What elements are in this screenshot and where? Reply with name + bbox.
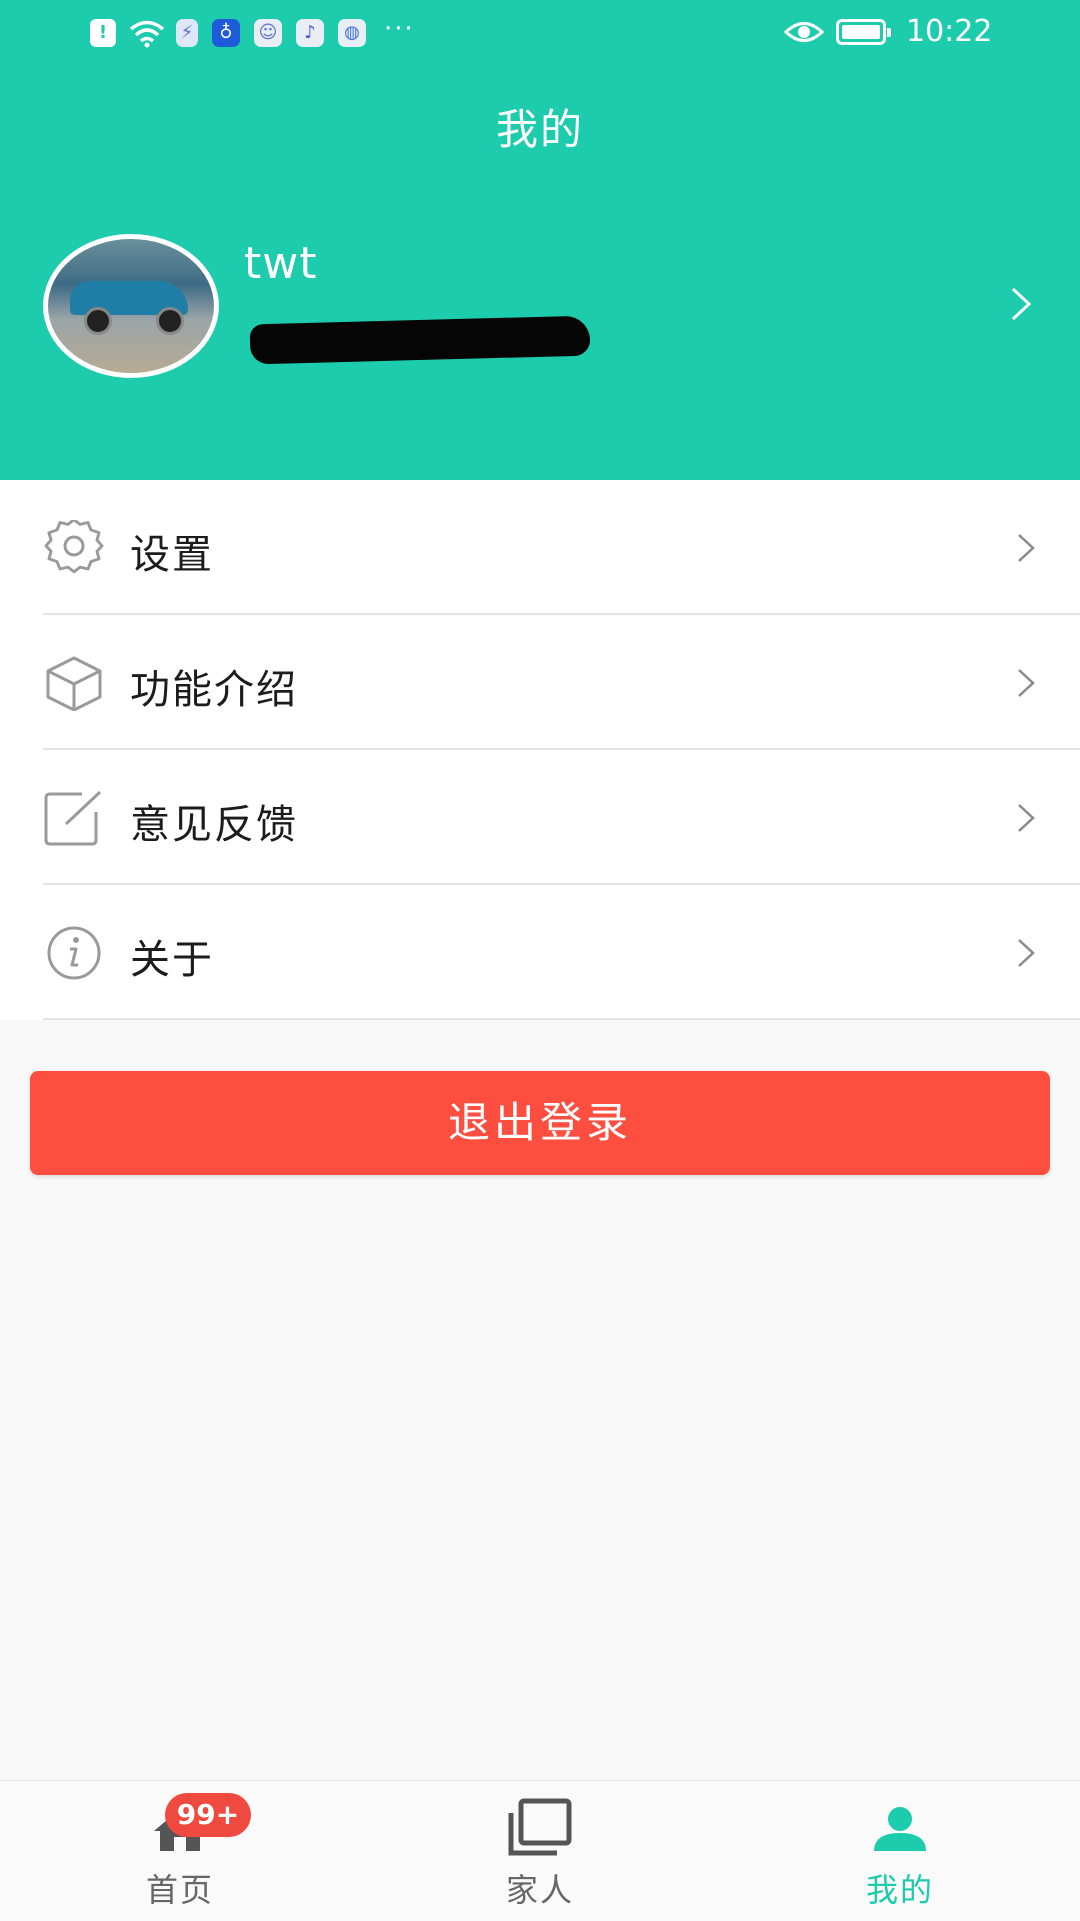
logout-button[interactable]: 退出登录 [30,1071,1050,1175]
chevron-right-icon [1018,669,1035,697]
menu-item-settings[interactable]: 设置 [0,480,1080,615]
tab-label-family: 家人 [505,1871,574,1909]
avatar[interactable] [43,234,219,378]
chevron-right-icon[interactable] [1010,286,1032,322]
person-icon [874,1807,926,1851]
menu-label-features: 功能介绍 [130,667,298,713]
info-icon [47,926,101,980]
music-app-icon: ♪ [296,19,324,47]
wifi-icon [129,20,165,48]
page-title: 我的 [495,105,584,154]
tab-home[interactable]: 99+ 首页 [70,1781,290,1921]
menu-item-about[interactable]: 关于 [0,885,1080,1020]
tab-profile[interactable]: 我的 [790,1781,1010,1921]
menu-label-feedback: 意见反馈 [130,802,298,848]
menu-list: 设置 功能介绍 意见反馈 关于 [0,480,1080,1020]
chevron-right-icon [1018,534,1035,562]
eye-icon [784,22,824,42]
gear-icon [44,520,104,574]
profile-row[interactable]: twt [0,228,1080,384]
menu-item-features[interactable]: 功能介绍 [0,615,1080,750]
cube-icon [46,656,102,711]
tab-label-home: 首页 [145,1871,214,1909]
tab-family[interactable]: 家人 [430,1781,650,1921]
notification-badge: 99+ [165,1793,251,1837]
charge-icon: ⚡ [176,19,198,47]
chevron-right-icon [1018,939,1035,967]
browser-app-icon: ◍ [338,19,366,47]
edit-icon [44,790,102,846]
bulb-app-icon: ♁ [212,19,240,47]
header: ! ⚡ ♁ ☺ ♪ ◍ ··· 10:22 我的 twt [0,0,1080,480]
people-app-icon: ☺ [254,19,282,47]
more-indicator: ··· [384,14,415,44]
divider [43,1018,1080,1020]
chevron-right-icon [1018,804,1035,832]
phone-redacted [249,315,591,365]
battery-icon [836,19,891,45]
username: twt [244,238,318,289]
tab-label-profile: 我的 [865,1871,934,1909]
menu-label-about: 关于 [130,937,214,983]
status-bar: ! ⚡ ♁ ☺ ♪ ◍ ··· 10:22 [0,0,1080,66]
alert-icon: ! [90,19,116,47]
menu-item-feedback[interactable]: 意见反馈 [0,750,1080,885]
menu-label-settings: 设置 [130,532,214,578]
bottom-tab-bar: 99+ 首页 家人 我的 [0,1780,1080,1921]
status-time: 10:22 [906,14,993,49]
family-icon [508,1798,572,1856]
